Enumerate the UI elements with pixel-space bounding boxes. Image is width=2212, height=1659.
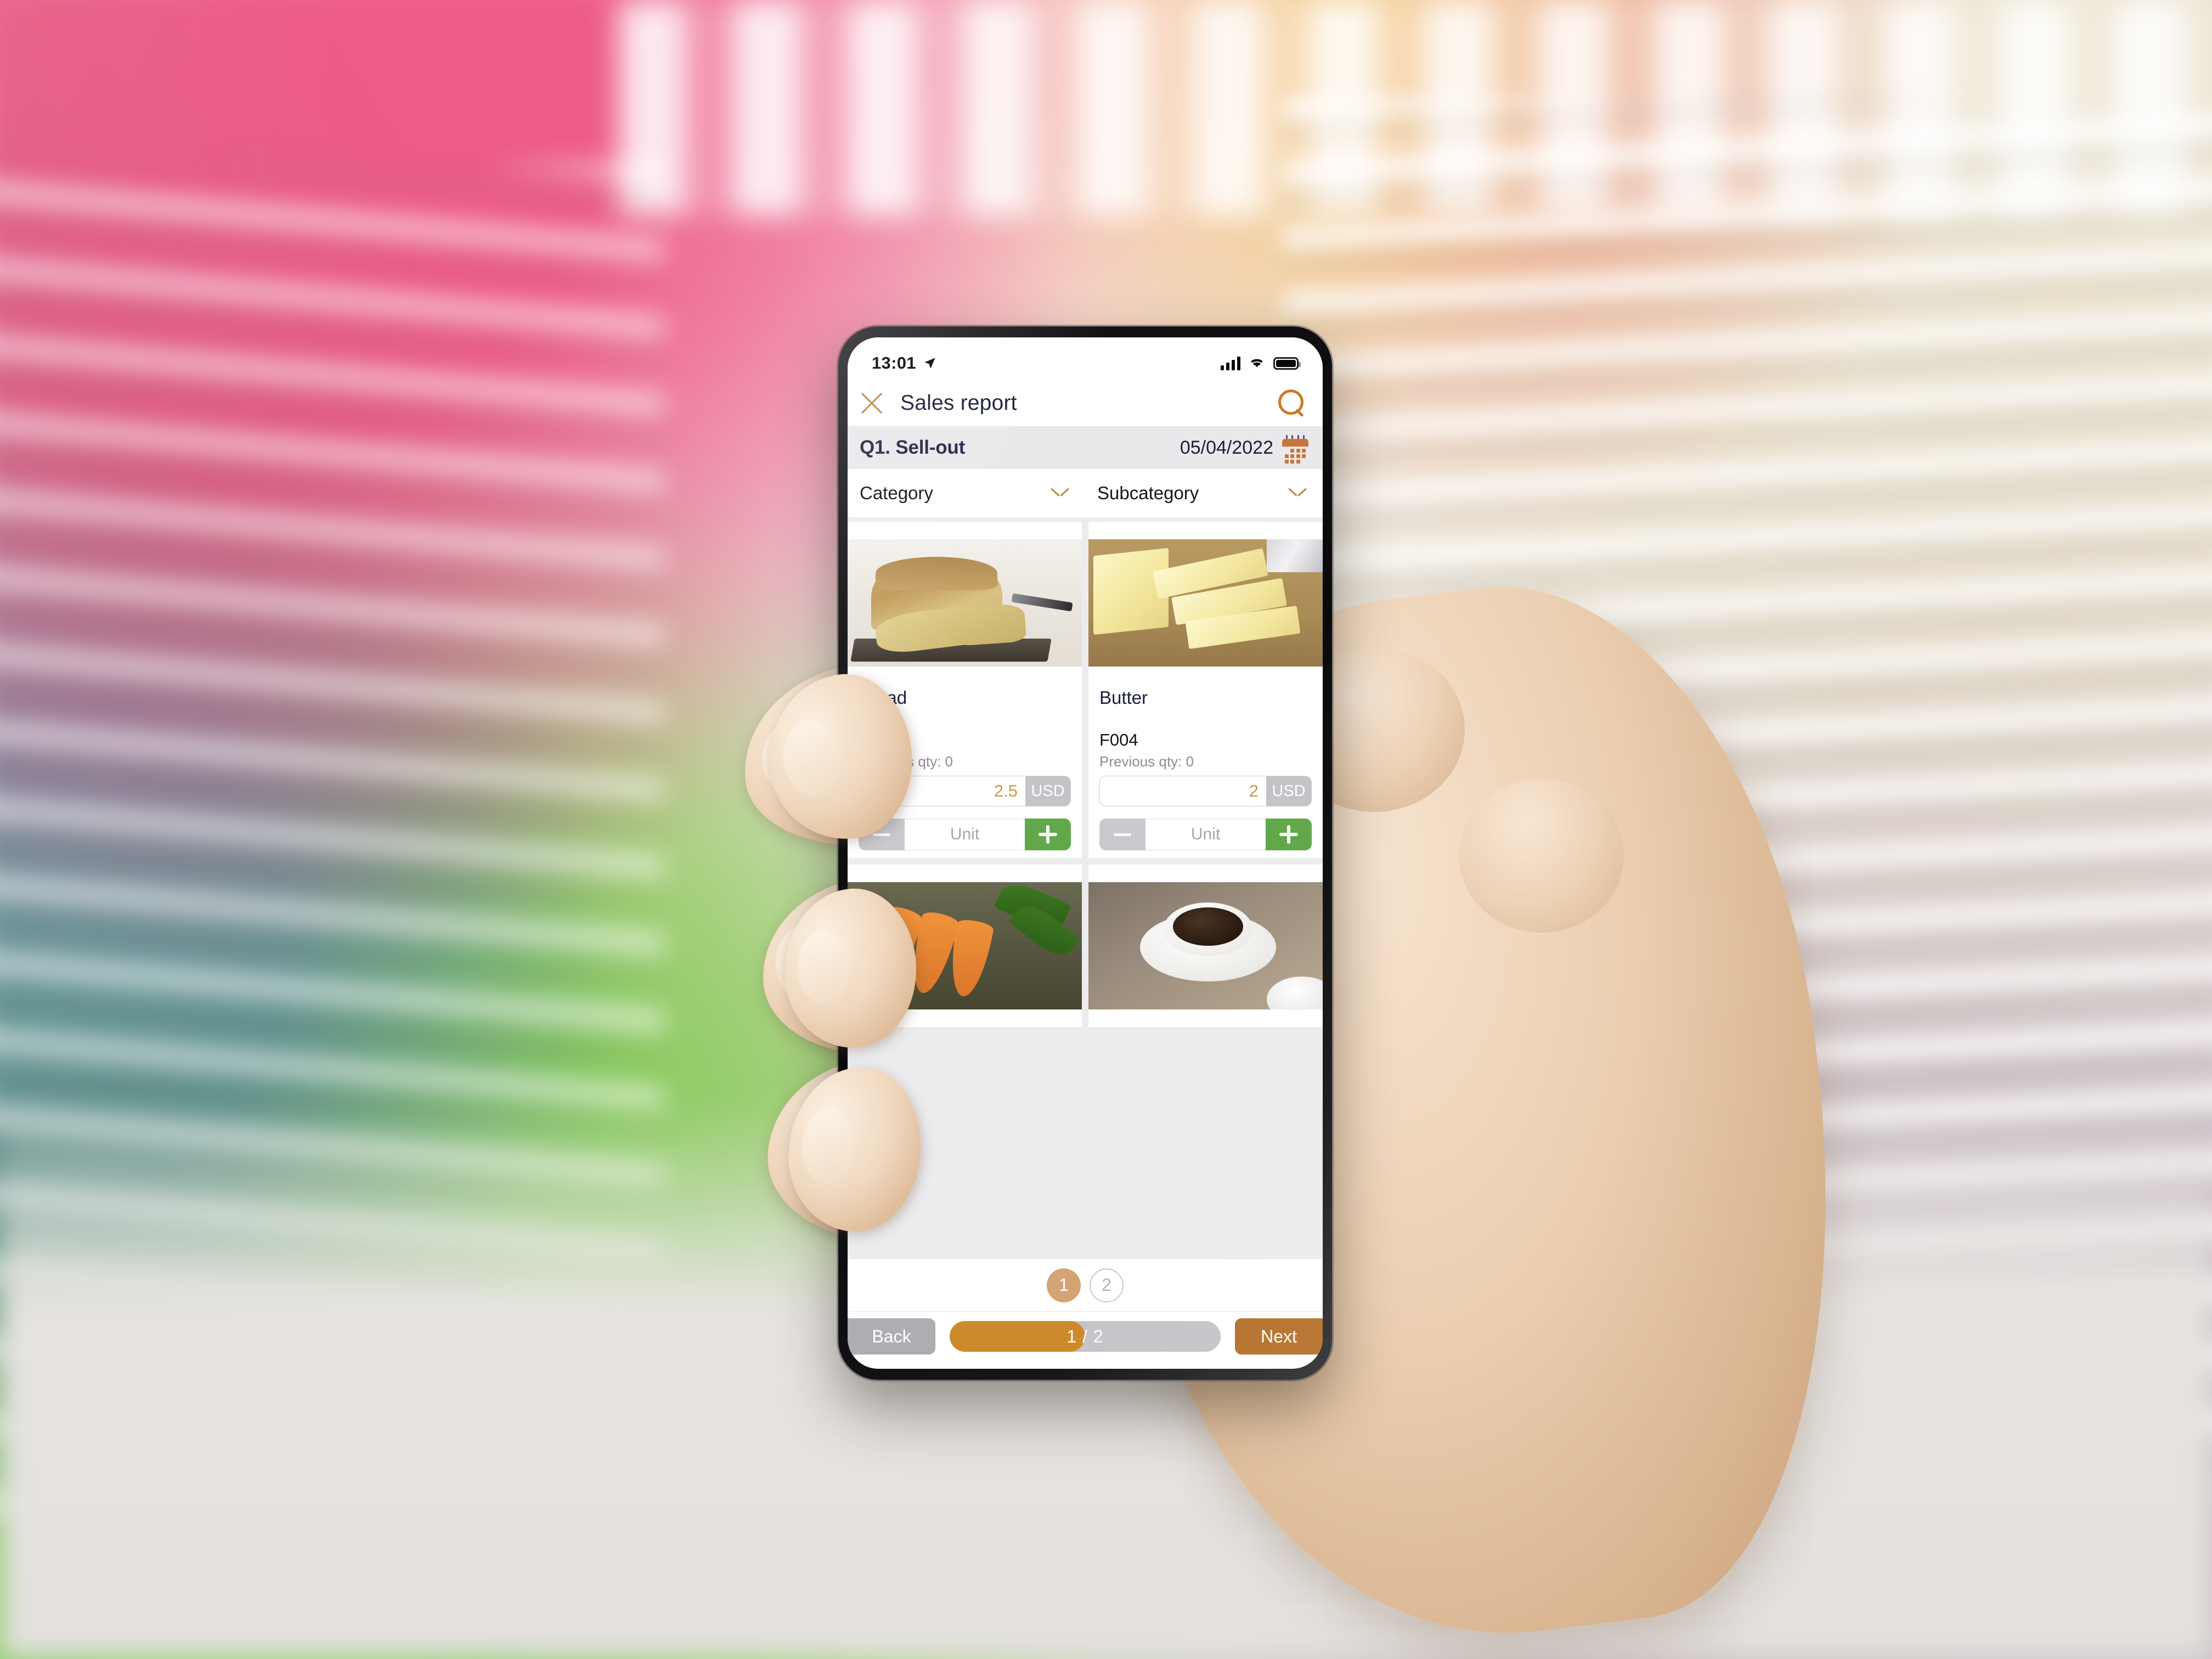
product-grid: Bread F001 Previous qty: 0 2.5 USD Unit xyxy=(848,517,1323,1027)
filter-row: Category Subcategory xyxy=(848,469,1323,517)
calendar-icon[interactable] xyxy=(1282,435,1308,464)
progress-label: 1 / 2 xyxy=(1066,1326,1104,1346)
section-bar: Q1. Sell-out 05/04/2022 xyxy=(848,426,1323,469)
back-button[interactable]: Back xyxy=(848,1318,935,1355)
app-bar: Sales report xyxy=(848,380,1323,426)
unit-input[interactable]: Unit xyxy=(1146,819,1266,850)
chevron-down-icon xyxy=(1289,488,1306,499)
search-icon[interactable] xyxy=(1277,388,1306,418)
plus-icon[interactable] xyxy=(1025,819,1071,850)
status-time: 13:01 xyxy=(872,353,916,373)
product-code: F004 xyxy=(1099,730,1138,749)
status-bar: 13:01 xyxy=(848,337,1323,380)
product-card-butter[interactable]: Butter F004 Previous qty: 0 2 USD Unit xyxy=(1088,522,1323,858)
previous-qty-label: Previous qty: 0 xyxy=(1099,753,1194,770)
product-image-butter xyxy=(1088,522,1323,684)
quantity-stepper: Unit xyxy=(1099,819,1312,850)
plus-icon[interactable] xyxy=(1266,819,1312,850)
page-dot-1[interactable]: 1 xyxy=(1047,1268,1081,1302)
cellular-signal-icon xyxy=(1221,356,1240,370)
quantity-stepper: Unit xyxy=(859,819,1071,850)
product-body: Butter F004 Previous qty: 0 2 USD Unit xyxy=(1088,684,1323,858)
butter-photo xyxy=(1088,539,1323,667)
pagination-dots: 1 2 xyxy=(848,1259,1323,1312)
section-title: Q1. Sell-out xyxy=(860,437,966,458)
progress-bar: 1 / 2 xyxy=(950,1321,1221,1352)
minus-icon[interactable] xyxy=(1099,819,1146,850)
price-field-row[interactable]: 2 USD xyxy=(1099,776,1312,806)
bread-photo xyxy=(848,539,1082,667)
product-name: Butter xyxy=(1099,687,1148,708)
smartphone-device: 13:01 Sales report Q1. Sell-out 05/04/20… xyxy=(838,326,1332,1380)
section-date-group: 05/04/2022 xyxy=(1180,435,1308,464)
currency-label: USD xyxy=(1025,776,1070,806)
currency-label: USD xyxy=(1266,776,1311,806)
battery-full-icon xyxy=(1273,357,1301,370)
chevron-down-icon xyxy=(1051,488,1069,499)
report-date: 05/04/2022 xyxy=(1180,437,1273,458)
category-dropdown[interactable]: Category xyxy=(848,469,1085,517)
unit-input[interactable]: Unit xyxy=(905,819,1025,850)
next-button[interactable]: Next xyxy=(1235,1318,1323,1355)
product-image-coffee xyxy=(1088,865,1323,1027)
location-arrow-icon xyxy=(924,358,935,369)
product-card-coffee[interactable] xyxy=(1088,865,1323,1027)
subcategory-dropdown-label: Subcategory xyxy=(1097,483,1199,503)
price-input[interactable]: 2 xyxy=(1100,776,1266,806)
category-dropdown-label: Category xyxy=(860,483,933,503)
product-image-bread xyxy=(848,522,1082,684)
coffee-photo xyxy=(1088,882,1323,1009)
phone-screen: 13:01 Sales report Q1. Sell-out 05/04/20… xyxy=(848,337,1323,1369)
subcategory-dropdown[interactable]: Subcategory xyxy=(1085,469,1323,517)
hand-knuckle-lower xyxy=(1459,779,1624,933)
wifi-icon xyxy=(1251,359,1263,368)
status-bar-left: 13:01 xyxy=(872,353,937,373)
page-title: Sales report xyxy=(900,391,1017,415)
status-bar-right xyxy=(1221,356,1301,370)
bottom-navigation: Back 1 / 2 Next xyxy=(848,1312,1323,1369)
page-dot-2[interactable]: 2 xyxy=(1090,1268,1124,1302)
close-x-icon[interactable] xyxy=(857,389,886,417)
